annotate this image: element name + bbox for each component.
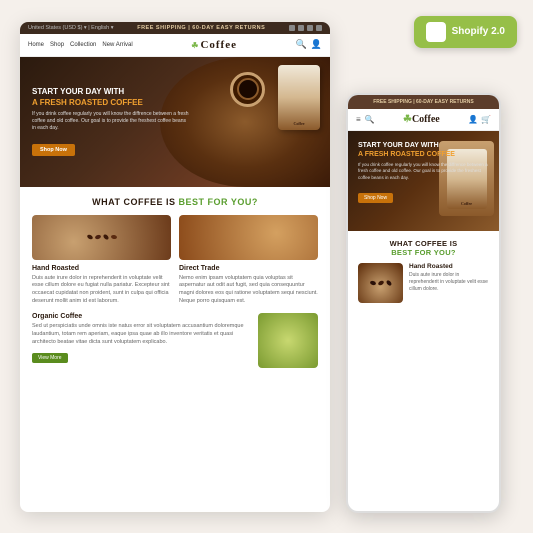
organic-text: Organic Coffee Sed ut perspiciatis unde … [32, 313, 250, 368]
mobile-hero-body: If you drink coffee regularly you will k… [358, 162, 489, 181]
hero-coffee-bag: Coffee [278, 65, 320, 130]
hero-text-content: START YOUR DAY WITH A FRESH ROASTED COFF… [32, 87, 189, 156]
mobile-features-section: WHAT COFFEE IS BEST FOR YOU? Hand Roaste [348, 231, 499, 317]
mobile-feature-text: Hand Roasted Duis aute irure dolor in re… [409, 263, 489, 293]
mobile-feature-image [358, 263, 403, 303]
search-icon[interactable]: 🔍 [296, 39, 307, 50]
direct-trade-body: Nemo enim ipsam voluptatem quia voluptas… [179, 275, 318, 306]
organic-body: Sed ut perspiciatis unde omnis iste natu… [32, 323, 250, 346]
mobile-feature-hand-roasted: Hand Roasted Duis aute irure dolor in re… [358, 263, 489, 303]
facebook-icon [298, 25, 304, 31]
features-grid: Hand Roasted Duis aute irure dolor in re… [32, 215, 318, 369]
nav-links[interactable]: Home Shop Collection New Arrival [28, 42, 133, 48]
mobile-feature-body: Duis aute irure dolor in reprehenderit i… [409, 272, 489, 293]
mobile-hero-cta-button[interactable]: Shop Now [358, 193, 393, 203]
coffee-cup-inner [237, 78, 259, 100]
mobile-account-icon[interactable]: 👤 [468, 115, 478, 124]
direct-trade-title: Direct Trade [179, 265, 318, 272]
shopify-badge: 🛍 Shopify 2.0 [414, 16, 517, 48]
hand-roasted-img-placeholder [32, 215, 171, 260]
desktop-features-section: WHAT COFFEE IS BEST FOR YOU? [20, 187, 330, 379]
mobile-nav-right-icons: 👤 🛒 [468, 115, 491, 124]
page-wrapper: United States (USD $) ▾ | English ▾ FREE… [0, 0, 533, 533]
mobile-nav-left-icons: ≡ 🔍 [356, 115, 375, 124]
hamburger-icon[interactable]: ≡ [356, 115, 361, 124]
hand-roasted-image [32, 215, 171, 260]
organic-img-placeholder [258, 313, 318, 368]
hero-cta-button[interactable]: Shop Now [32, 144, 75, 156]
nav-collection[interactable]: Collection [70, 42, 96, 48]
nav-shop[interactable]: Shop [50, 42, 64, 48]
twitter-icon [289, 25, 295, 31]
desktop-logo[interactable]: ☘Coffee [191, 39, 237, 51]
nav-action-icons: 🔍 👤 [296, 39, 322, 50]
logo-leaf-icon: ☘ [191, 41, 199, 50]
shopify-label: Shopify 2.0 [452, 26, 505, 38]
hero-heading: START YOUR DAY WITH A FRESH ROASTED COFF… [32, 87, 189, 108]
mobile-mockup: FREE SHIPPING | 60-DAY EASY RETURNS ≡ 🔍 … [346, 93, 501, 513]
feature-organic-coffee: Organic Coffee Sed ut perspiciatis unde … [32, 313, 318, 368]
hero-coffee-cup [230, 72, 265, 107]
nav-home[interactable]: Home [28, 42, 44, 48]
desktop-nav: Home Shop Collection New Arrival ☘Coffee… [20, 34, 330, 57]
mobile-section-title: WHAT COFFEE IS BEST FOR YOU? [358, 239, 489, 257]
topbar-locale: United States (USD $) ▾ | English ▾ [28, 25, 114, 31]
section-title: WHAT COFFEE IS BEST FOR YOU? [32, 197, 318, 207]
desktop-topbar: United States (USD $) ▾ | English ▾ FREE… [20, 22, 330, 34]
feature-hand-roasted: Hand Roasted Duis aute irure dolor in re… [32, 215, 171, 306]
direct-trade-img-placeholder [179, 215, 318, 260]
desktop-hero: Coffee START YOUR DAY WITH A FRESH ROAST… [20, 57, 330, 187]
view-more-button[interactable]: View More [32, 353, 68, 363]
mobile-hero-heading: START YOUR DAY WITH A FRESH ROASTED COFF… [358, 141, 489, 159]
youtube-icon [316, 25, 322, 31]
mobile-nav: ≡ 🔍 ☘Coffee 👤 🛒 [348, 109, 499, 131]
organic-title: Organic Coffee [32, 313, 250, 320]
shopify-icon: 🛍 [426, 22, 446, 42]
direct-trade-image [179, 215, 318, 260]
mobile-logo-leaf-icon: ☘ [403, 114, 412, 125]
topbar-social [289, 25, 322, 31]
mobile-feature-title: Hand Roasted [409, 263, 489, 270]
mobile-cart-icon[interactable]: 🛒 [481, 115, 491, 124]
desktop-mockup: United States (USD $) ▾ | English ▾ FREE… [20, 22, 330, 512]
mobile-search-icon[interactable]: 🔍 [365, 115, 375, 124]
instagram-icon [307, 25, 313, 31]
mobile-feature-img-placeholder [358, 263, 403, 303]
mobile-topbar: FREE SHIPPING | 60-DAY EASY RETURNS [348, 95, 499, 109]
account-icon[interactable]: 👤 [311, 39, 322, 50]
shopify-text: Shopify 2.0 [452, 26, 505, 38]
coffee-bag-label: Coffee [293, 121, 304, 126]
nav-new-arrival[interactable]: New Arrival [102, 42, 132, 48]
hand-roasted-body: Duis aute irure dolor in reprehenderit i… [32, 275, 171, 306]
feature-direct-trade: Direct Trade Nemo enim ipsam voluptatem … [179, 215, 318, 306]
hero-body: If you drink coffee regularly you will k… [32, 111, 189, 132]
organic-image [258, 313, 318, 368]
mobile-hero-text: START YOUR DAY WITH A FRESH ROASTED COFF… [358, 141, 489, 204]
mobile-hero: START YOUR DAY WITH A FRESH ROASTED COFF… [348, 131, 499, 231]
mobile-logo[interactable]: ☘Coffee [403, 114, 440, 125]
topbar-shipping: FREE SHIPPING | 60-DAY EASY RETURNS [137, 25, 265, 31]
hand-roasted-title: Hand Roasted [32, 265, 171, 272]
